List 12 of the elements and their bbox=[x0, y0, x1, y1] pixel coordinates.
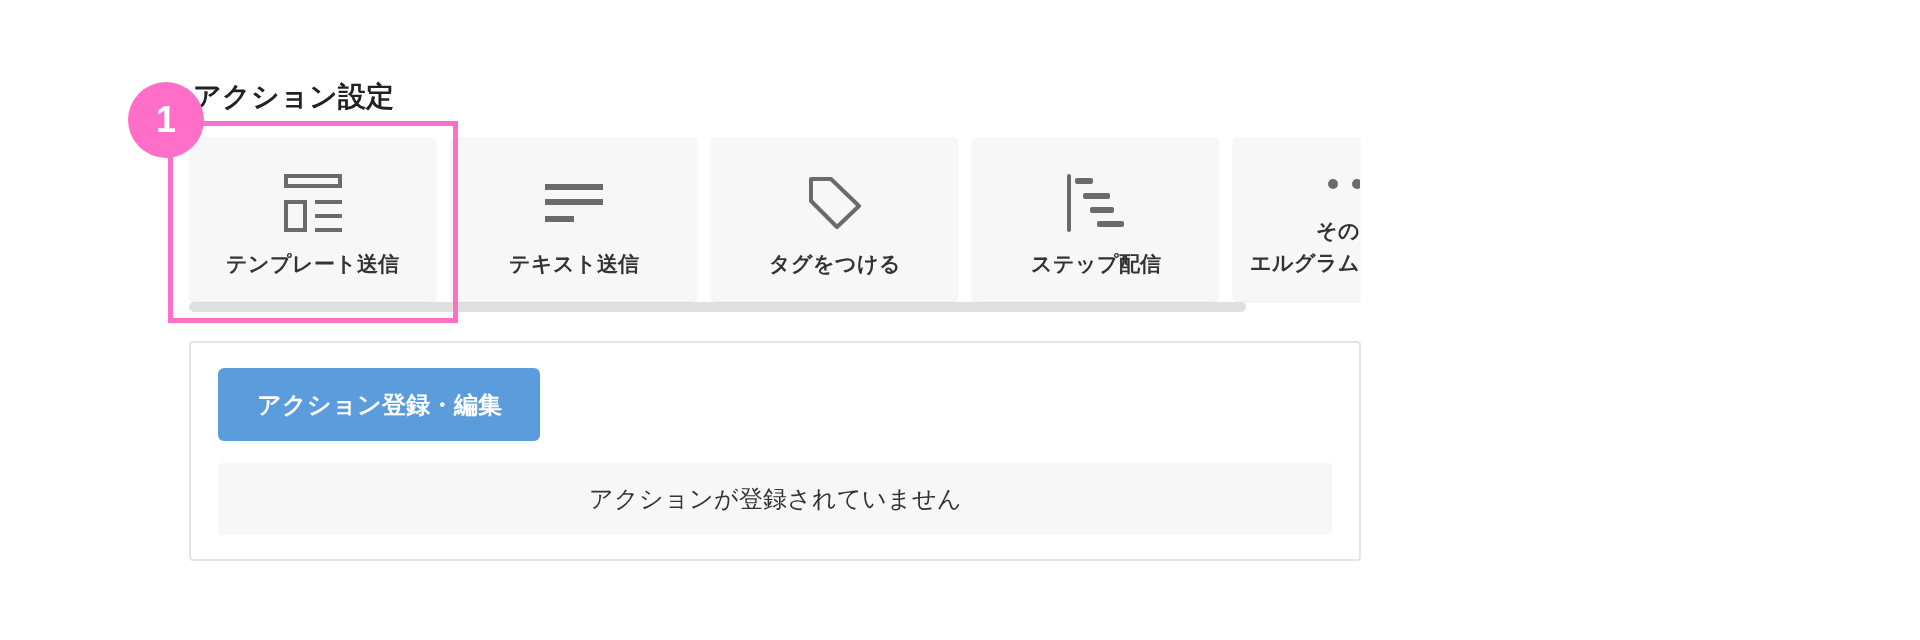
steps-icon bbox=[1066, 174, 1125, 232]
action-card[interactable]: タグをつける bbox=[711, 137, 958, 301]
more-dots-icon bbox=[1328, 179, 1360, 189]
scrollbar-thumb[interactable] bbox=[189, 302, 1246, 312]
empty-state-message: アクションが登録されていません bbox=[218, 463, 1332, 535]
action-card[interactable]: テキスト送信 bbox=[450, 137, 697, 301]
layout-icon bbox=[283, 174, 342, 232]
tag-icon bbox=[808, 177, 861, 229]
action-card[interactable]: ステップ配信 bbox=[972, 137, 1219, 301]
text-lines-icon bbox=[544, 184, 603, 222]
action-card[interactable]: その エルグラム bbox=[1233, 137, 1360, 301]
action-card[interactable]: テンプレート送信 bbox=[189, 137, 436, 301]
